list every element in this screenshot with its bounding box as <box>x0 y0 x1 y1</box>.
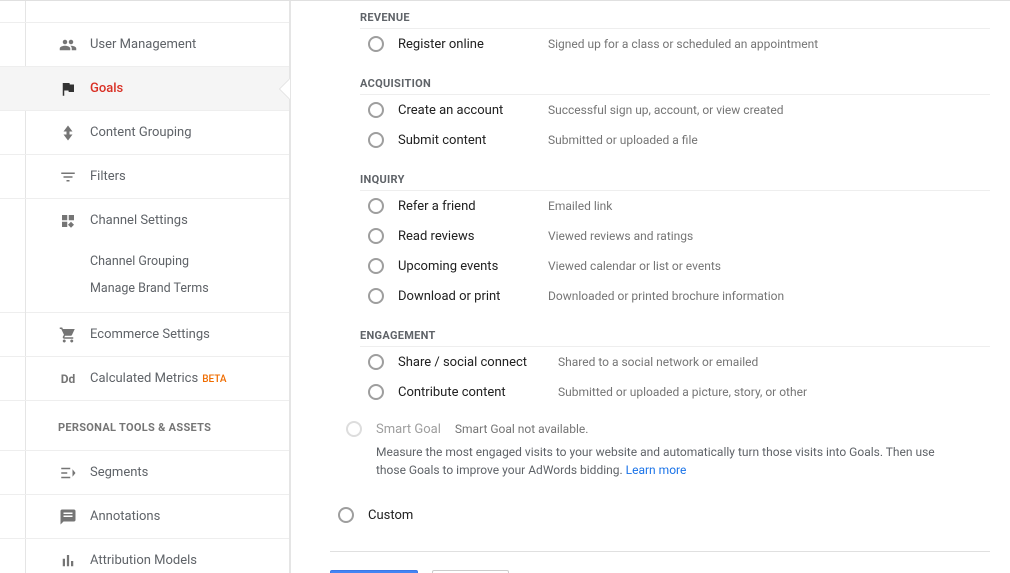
category-inquiry: INQUIRY <box>360 163 990 191</box>
segments-icon <box>58 463 78 483</box>
radio-icon[interactable] <box>368 288 384 304</box>
radio-icon <box>346 421 362 437</box>
radio-icon[interactable] <box>368 132 384 148</box>
nav-label: User Management <box>90 37 196 52</box>
dd-icon: Dd <box>58 369 78 389</box>
nav-label: Content Grouping <box>90 125 192 140</box>
divider <box>330 551 990 552</box>
sub-channel-grouping[interactable]: Channel Grouping <box>90 248 289 275</box>
nav-attribution-models[interactable]: Attribution Models <box>0 539 289 573</box>
category-acquisition: ACQUISITION <box>360 67 990 95</box>
flag-icon <box>58 79 78 99</box>
nav-segments[interactable]: Segments <box>0 450 289 495</box>
nav-label: Filters <box>90 169 126 184</box>
annotation-icon <box>58 507 78 527</box>
nav-calculated-metrics[interactable]: Dd Calculated MetricsBETA <box>0 357 289 401</box>
nav-label: Goals <box>90 81 123 96</box>
option-create-account[interactable]: Create an account Successful sign up, ac… <box>360 95 990 125</box>
channel-subitems: Channel Grouping Manage Brand Terms <box>0 242 289 313</box>
learn-more-link[interactable]: Learn more <box>626 463 687 477</box>
radio-icon[interactable] <box>368 354 384 370</box>
nav-ecommerce-settings[interactable]: Ecommerce Settings <box>0 313 289 357</box>
radio-icon[interactable] <box>368 258 384 274</box>
option-share-social[interactable]: Share / social connect Shared to a socia… <box>360 347 990 377</box>
nav-goals[interactable]: Goals <box>0 67 289 111</box>
smart-goal-block: Smart Goal Smart Goal not available. Mea… <box>338 421 990 479</box>
smart-goal-title: Smart Goal <box>376 422 441 437</box>
option-read-reviews[interactable]: Read reviews Viewed reviews and ratings <box>360 221 990 251</box>
nav-content-grouping[interactable]: Content Grouping <box>0 111 289 155</box>
channel-icon <box>58 211 78 231</box>
option-contribute-content[interactable]: Contribute content Submitted or uploaded… <box>360 377 990 407</box>
nav-user-management[interactable]: User Management <box>0 22 289 67</box>
section-personal-tools: PERSONAL TOOLS & ASSETS <box>0 401 289 444</box>
bars-icon <box>58 551 78 571</box>
radio-icon[interactable] <box>368 384 384 400</box>
option-register-online[interactable]: Register online Signed up for a class or… <box>360 29 990 59</box>
category-revenue: REVENUE <box>360 1 990 29</box>
main-content: REVENUE Register online Signed up for a … <box>290 1 1010 573</box>
option-download-print[interactable]: Download or print Downloaded or printed … <box>360 281 990 311</box>
people-icon <box>58 35 78 55</box>
radio-icon[interactable] <box>368 228 384 244</box>
compass-icon <box>58 123 78 143</box>
nav-label: Segments <box>90 465 148 480</box>
nav-channel-settings[interactable]: Channel Settings <box>0 199 289 242</box>
option-custom[interactable]: Custom <box>338 507 990 523</box>
radio-icon[interactable] <box>338 507 354 523</box>
smart-goal-na: Smart Goal not available. <box>455 422 589 436</box>
category-engagement: ENGAGEMENT <box>360 319 990 347</box>
smart-goal-help: Measure the most engaged visits to your … <box>376 443 966 479</box>
nav-label: Channel Settings <box>90 213 188 228</box>
nav-filters[interactable]: Filters <box>0 155 289 199</box>
radio-icon[interactable] <box>368 36 384 52</box>
nav-label: Calculated MetricsBETA <box>90 371 227 386</box>
cart-icon <box>58 325 78 345</box>
option-upcoming-events[interactable]: Upcoming events Viewed calendar or list … <box>360 251 990 281</box>
nav-label: Attribution Models <box>90 553 197 568</box>
option-submit-content[interactable]: Submit content Submitted or uploaded a f… <box>360 125 990 155</box>
sub-manage-brand-terms[interactable]: Manage Brand Terms <box>90 275 289 302</box>
filter-icon <box>58 167 78 187</box>
radio-icon[interactable] <box>368 102 384 118</box>
option-refer-friend[interactable]: Refer a friend Emailed link <box>360 191 990 221</box>
sidebar: User Management Goals Content Grouping F… <box>0 1 290 573</box>
nav-annotations[interactable]: Annotations <box>0 495 289 539</box>
radio-icon[interactable] <box>368 198 384 214</box>
nav-label: Annotations <box>90 509 160 524</box>
nav-label: Ecommerce Settings <box>90 327 210 342</box>
